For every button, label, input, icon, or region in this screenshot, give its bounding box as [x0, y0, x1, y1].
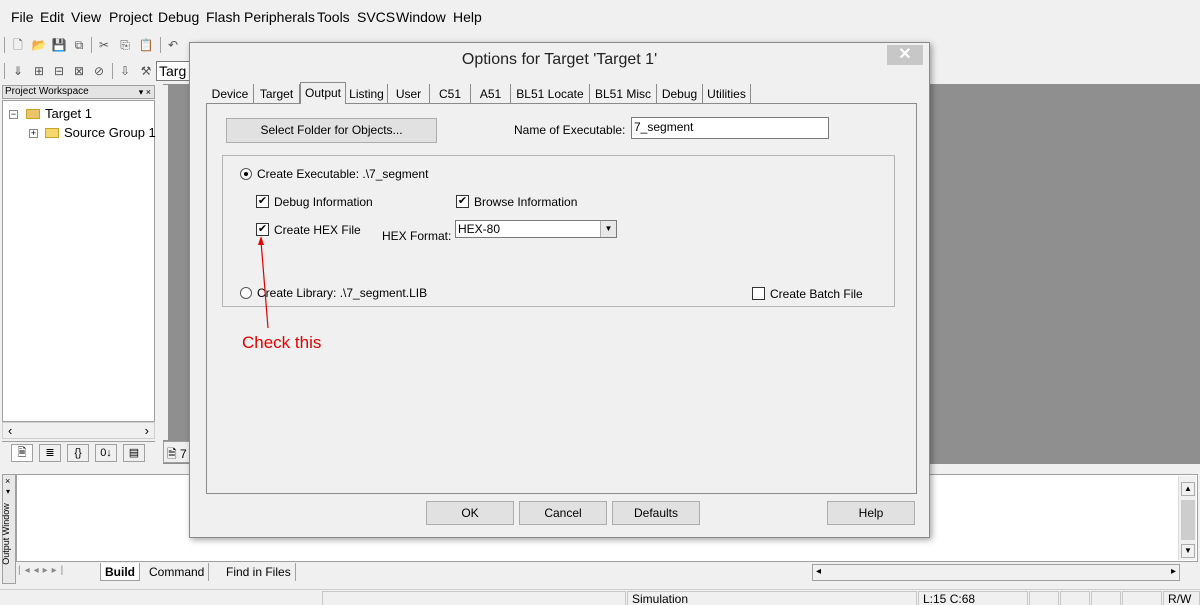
annotation-label: Check this: [242, 333, 322, 352]
annotation-arrow: [258, 236, 269, 329]
